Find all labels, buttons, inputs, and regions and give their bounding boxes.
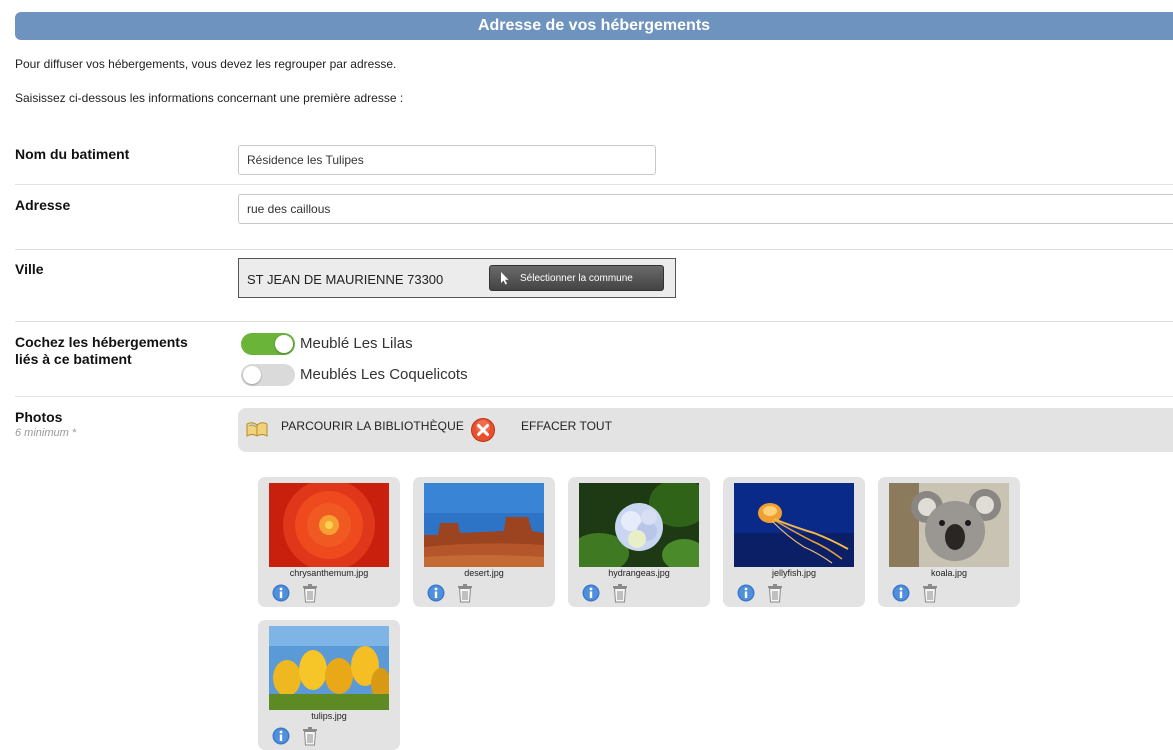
ville-label: Ville: [15, 261, 44, 277]
hebergement-label-lilas: Meublé Les Lilas: [300, 335, 413, 352]
photo-thumbnail-hydrangeas[interactable]: [579, 483, 699, 567]
ville-field: ST JEAN DE MAURIENNE 73300 Sélectionner …: [238, 258, 676, 298]
clear-all-icon[interactable]: [470, 417, 496, 443]
info-icon[interactable]: [582, 584, 600, 602]
select-commune-button[interactable]: Sélectionner la commune: [489, 265, 664, 291]
hebergements-label-line1: Cochez les hébergements: [15, 334, 188, 350]
photos-sublabel: 6 minimum *: [15, 427, 77, 439]
photo-filename: chrysanthemum.jpg: [289, 568, 369, 578]
trash-icon[interactable]: [922, 583, 938, 603]
hebergements-label-line2: liés à ce batiment: [15, 351, 132, 367]
info-icon[interactable]: [272, 727, 290, 745]
divider: [15, 321, 1173, 322]
photo-filename: jellyfish.jpg: [771, 568, 817, 578]
info-icon[interactable]: [737, 584, 755, 602]
adresse-input[interactable]: [238, 194, 1173, 224]
nom-batiment-input[interactable]: [238, 145, 656, 175]
ville-value: ST JEAN DE MAURIENNE 73300: [247, 272, 444, 287]
toggle-meuble-les-lilas[interactable]: [241, 333, 295, 355]
photo-filename: tulips.jpg: [311, 711, 347, 721]
trash-icon[interactable]: [302, 726, 318, 746]
divider: [15, 249, 1173, 250]
adresse-label: Adresse: [15, 197, 71, 213]
toggle-knob: [243, 366, 261, 384]
photo-thumbnail-jellyfish[interactable]: [734, 483, 854, 567]
photo-thumbnail-tulips[interactable]: [269, 626, 389, 710]
photo-thumbnail-desert[interactable]: [424, 483, 544, 567]
photo-card: koala.jpg: [878, 477, 1020, 607]
toggle-meubles-les-coquelicots[interactable]: [241, 364, 295, 386]
photo-filename: hydrangeas.jpg: [608, 568, 670, 578]
intro-text-1: Pour diffuser vos hébergements, vous dev…: [15, 57, 397, 71]
photo-thumbnail-chrysanthemum[interactable]: [269, 483, 389, 567]
photo-toolbar: PARCOURIR LA BIBLIOTHÈQUE EFFACER TOUT: [238, 408, 1173, 452]
cursor-icon: [501, 272, 509, 285]
hebergement-label-coquelicots: Meublés Les Coquelicots: [300, 366, 468, 383]
library-icon[interactable]: [246, 420, 268, 438]
hebergements-label: Cochez les hébergements liés à ce batime…: [15, 334, 188, 368]
photo-thumbnail-koala[interactable]: [889, 483, 1009, 567]
divider: [15, 184, 1173, 185]
intro-text-2: Saisissez ci-dessous les informations co…: [15, 91, 404, 105]
info-icon[interactable]: [272, 584, 290, 602]
select-commune-label: Sélectionner la commune: [520, 273, 633, 284]
photo-card: chrysanthemum.jpg: [258, 477, 400, 607]
nom-batiment-label: Nom du batiment: [15, 146, 130, 162]
trash-icon[interactable]: [302, 583, 318, 603]
info-icon[interactable]: [892, 584, 910, 602]
browse-library-button[interactable]: PARCOURIR LA BIBLIOTHÈQUE: [281, 419, 464, 433]
photo-filename: desert.jpg: [464, 568, 504, 578]
toggle-knob: [275, 335, 293, 353]
info-icon[interactable]: [427, 584, 445, 602]
clear-all-button[interactable]: EFFACER TOUT: [521, 419, 612, 433]
trash-icon[interactable]: [612, 583, 628, 603]
trash-icon[interactable]: [457, 583, 473, 603]
photos-label: Photos: [15, 409, 63, 425]
divider: [15, 396, 1173, 397]
photo-card: tulips.jpg: [258, 620, 400, 750]
trash-icon[interactable]: [767, 583, 783, 603]
photo-card: hydrangeas.jpg: [568, 477, 710, 607]
photo-card: jellyfish.jpg: [723, 477, 865, 607]
photo-card: desert.jpg: [413, 477, 555, 607]
photo-filename: koala.jpg: [930, 568, 968, 578]
section-header: Adresse de vos hébergements: [15, 12, 1173, 40]
section-title: Adresse de vos hébergements: [477, 17, 711, 34]
